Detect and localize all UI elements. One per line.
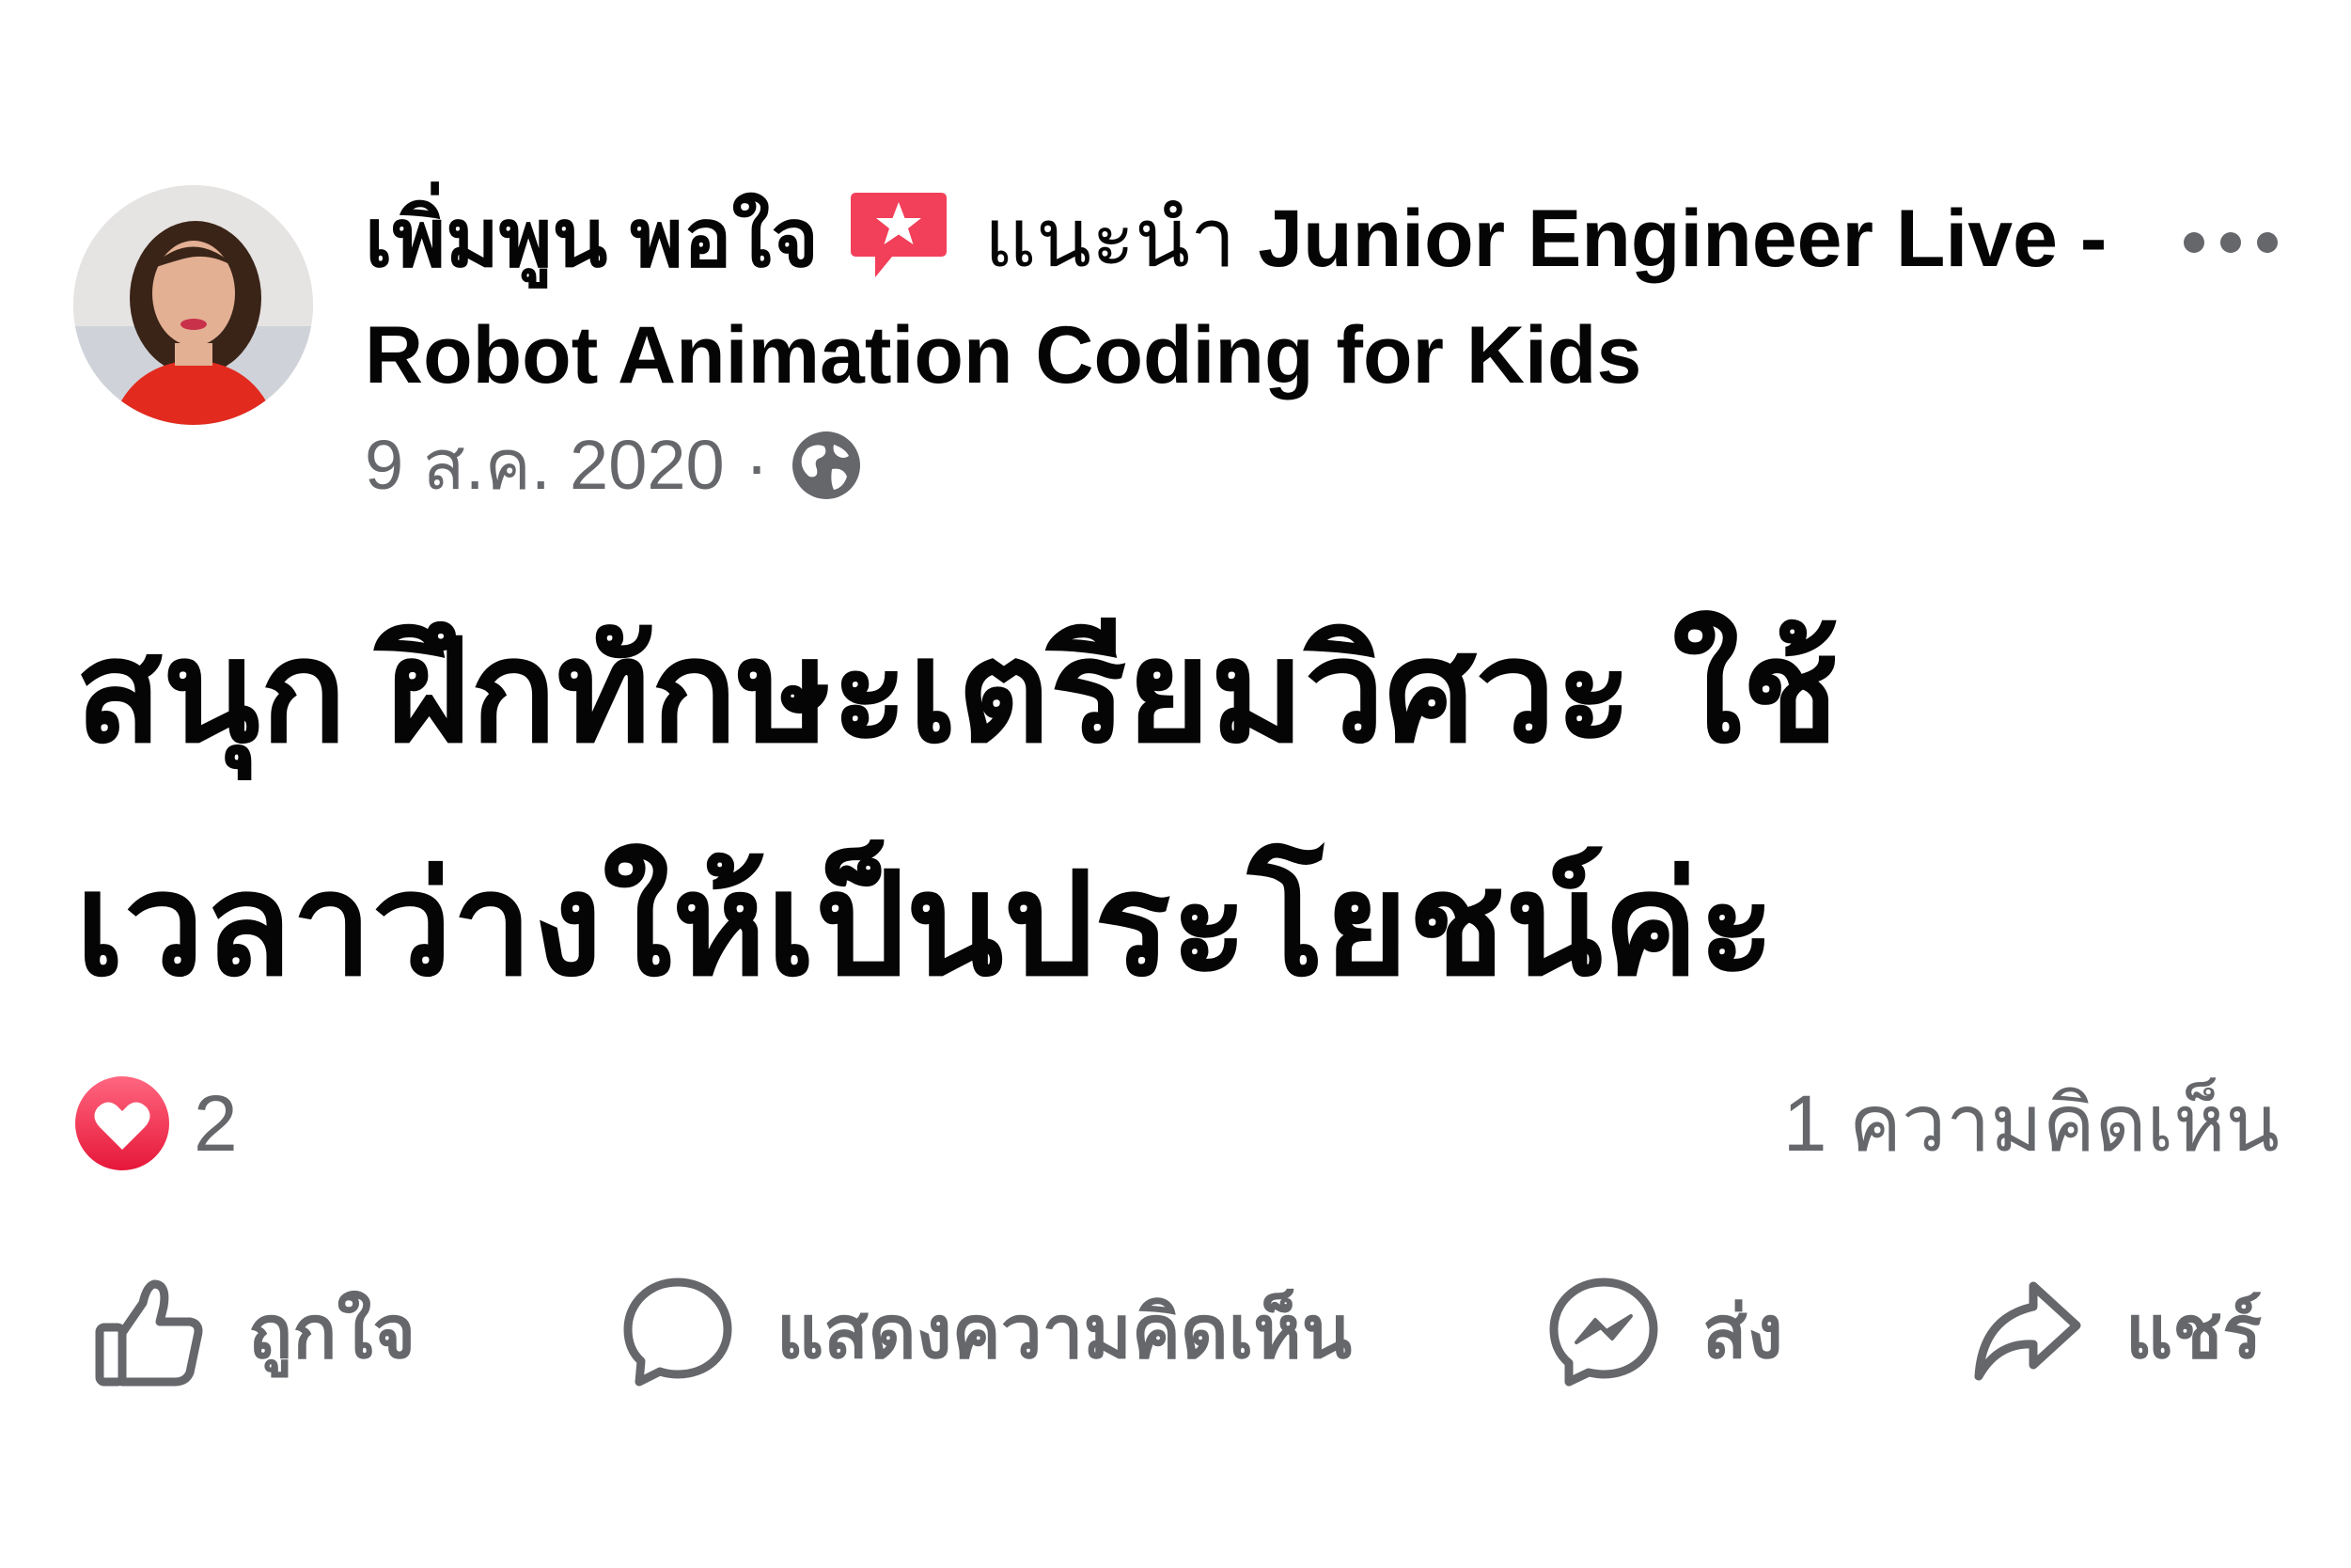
comment-bubble-icon — [620, 1275, 735, 1389]
recommend-action: แนะนำ — [983, 194, 1236, 284]
comment-label: แสดงความคิดเห็น — [776, 1291, 1353, 1373]
messenger-icon — [1546, 1275, 1661, 1389]
share-label: แชร์ — [2125, 1291, 2263, 1373]
comment-button[interactable]: แสดงความคิดเห็น — [620, 1271, 1352, 1393]
post-text-line-1: สนุก ฝึกทักษะเตรียมวิศวะ ใช้ — [75, 612, 1840, 772]
share-arrow-icon — [1969, 1275, 2084, 1389]
post-header: เพิ่มพูน พอใจ แนะนำ Junior Engineer Live… — [365, 180, 2151, 414]
more-options-icon[interactable] — [2179, 224, 2282, 261]
action-bar: ถูกใจ แสดงความคิดเห็น ส่ง แชร์ — [0, 1271, 2351, 1393]
post-meta: 9 ส.ค. 2020 · — [365, 423, 864, 508]
share-button[interactable]: แชร์ — [1969, 1271, 2262, 1393]
reaction-summary[interactable]: 2 — [73, 1074, 238, 1172]
globe-icon — [789, 428, 864, 503]
post-text: สนุก ฝึกทักษะเตรียมวิศวะ ใช้ เวลาว่างให้… — [75, 575, 2237, 1042]
avatar[interactable] — [73, 185, 313, 425]
post-date[interactable]: 9 ส.ค. 2020 — [365, 423, 725, 508]
love-icon — [73, 1074, 171, 1172]
post-text-line-2: เวลาว่างให้เป็นประโยชน์ค่ะ — [75, 845, 1776, 1005]
like-label: ถูกใจ — [248, 1291, 416, 1373]
avatar-photo — [73, 185, 313, 425]
author-name[interactable]: เพิ่มพูน พอใจ — [365, 194, 819, 284]
thumbs-up-icon — [92, 1275, 207, 1389]
send-label: ส่ง — [1702, 1291, 1783, 1373]
post-card: เพิ่มพูน พอใจ แนะนำ Junior Engineer Live… — [0, 0, 2351, 1568]
meta-separator: · — [744, 426, 769, 504]
reaction-count: 2 — [194, 1078, 238, 1168]
comment-count[interactable]: 1 ความคิดเห็น — [1783, 1074, 2280, 1172]
recommendation-star-icon — [847, 189, 950, 283]
send-button[interactable]: ส่ง — [1546, 1271, 1783, 1393]
like-button[interactable]: ถูกใจ — [92, 1271, 415, 1393]
